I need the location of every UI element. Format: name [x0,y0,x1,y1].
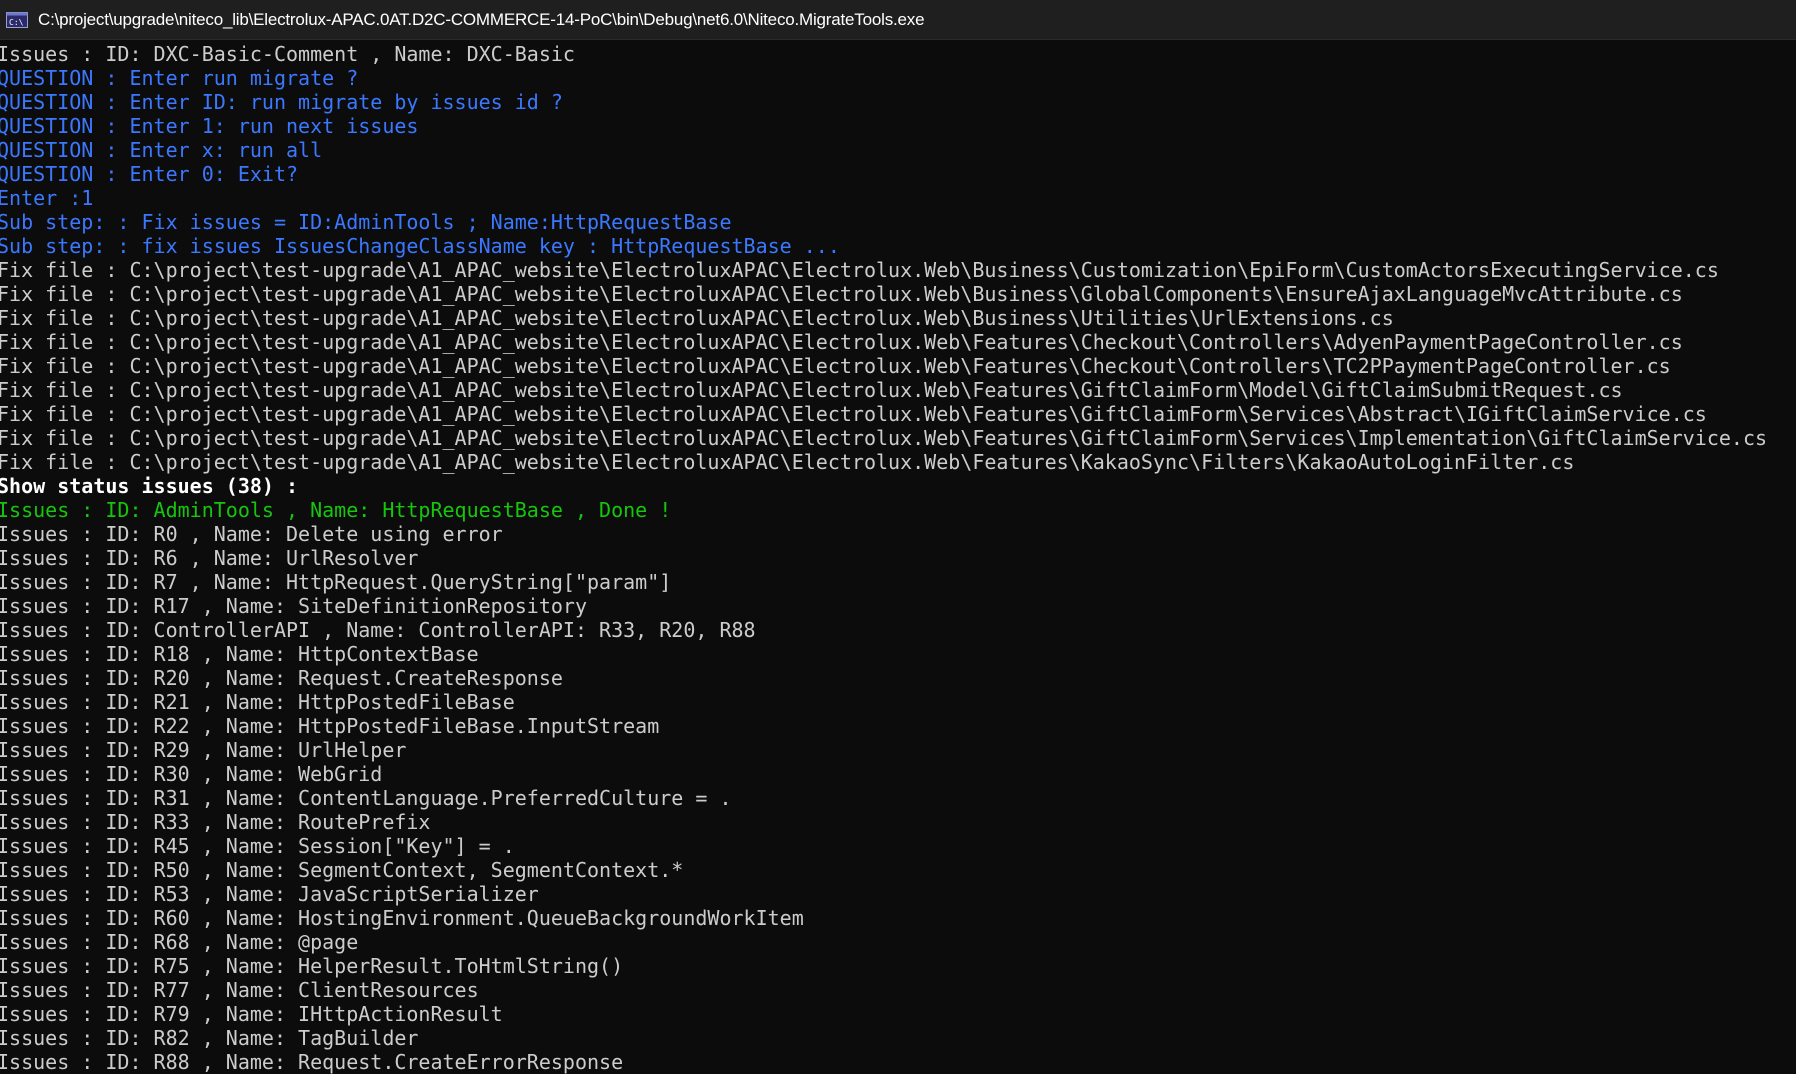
console-line: Fix file : C:\project\test-upgrade\A1_AP… [0,282,1683,306]
console-line: Fix file : C:\project\test-upgrade\A1_AP… [0,426,1768,450]
console-line: Issues : ID: R50 , Name: SegmentContext,… [0,858,684,882]
console-line: Issues : ID: DXC-Basic-Comment , Name: D… [0,42,575,66]
console-line: QUESTION : Enter 0: Exit? [0,162,299,186]
console-icon: C:\ [6,11,28,28]
console-line: Issues : ID: R60 , Name: HostingEnvironm… [0,906,804,930]
console-line: Issues : ID: R53 , Name: JavaScriptSeria… [0,882,539,906]
console-output[interactable]: Issues : ID: DXC-Basic-Comment , Name: D… [0,41,1796,1074]
console-line: QUESTION : Enter 1: run next issues [0,114,419,138]
svg-text:C:\: C:\ [9,18,24,27]
console-line: Issues : ID: R68 , Name: @page [0,930,359,954]
console-line: Issues : ID: R22 , Name: HttpPostedFileB… [0,714,660,738]
console-line: Issues : ID: R82 , Name: TagBuilder [0,1026,419,1050]
console-line: Issues : ID: R21 , Name: HttpPostedFileB… [0,690,515,714]
window-title: C:\project\upgrade\niteco_lib\Electrolux… [38,9,925,29]
console-line: Show status issues (38) : [0,474,299,498]
console-line: Issues : ID: R6 , Name: UrlResolver [0,546,419,570]
console-line: Issues : ID: R29 , Name: UrlHelper [0,738,407,762]
console-line: Fix file : C:\project\test-upgrade\A1_AP… [0,258,1719,282]
console-line: Issues : ID: R45 , Name: Session["Key"] … [0,834,515,858]
console-line: Issues : ID: R30 , Name: WebGrid [0,762,383,786]
console-line: Issues : ID: R18 , Name: HttpContextBase [0,642,479,666]
console-line: QUESTION : Enter ID: run migrate by issu… [0,90,563,114]
console-line: Fix file : C:\project\test-upgrade\A1_AP… [0,450,1575,474]
console-line: Issues : ID: AdminTools , Name: HttpRequ… [0,498,672,522]
console-line: Fix file : C:\project\test-upgrade\A1_AP… [0,354,1671,378]
console-line: Issues : ID: R79 , Name: IHttpActionResu… [0,1002,503,1026]
console-line: QUESTION : Enter run migrate ? [0,66,359,90]
console-window: C:\ C:\project\upgrade\niteco_lib\Electr… [0,0,1796,1074]
console-line: Fix file : C:\project\test-upgrade\A1_AP… [0,402,1707,426]
console-line: Fix file : C:\project\test-upgrade\A1_AP… [0,306,1394,330]
console-line: Issues : ID: R77 , Name: ClientResources [0,978,479,1002]
console-line: Enter :1 [0,186,94,210]
console-line: Sub step: : Fix issues = ID:AdminTools ;… [0,210,732,234]
console-line: QUESTION : Enter x: run all [0,138,323,162]
console-line: Issues : ID: R7 , Name: HttpRequest.Quer… [0,570,672,594]
console-line: Issues : ID: R17 , Name: SiteDefinitionR… [0,594,588,618]
console-line: Fix file : C:\project\test-upgrade\A1_AP… [0,330,1683,354]
title-bar[interactable]: C:\ C:\project\upgrade\niteco_lib\Electr… [0,0,1796,40]
console-line: Issues : ID: R75 , Name: HelperResult.To… [0,954,624,978]
console-line: Issues : ID: R31 , Name: ContentLanguage… [0,786,732,810]
console-line: Issues : ID: R33 , Name: RoutePrefix [0,810,431,834]
console-line: Issues : ID: R0 , Name: Delete using err… [0,522,503,546]
console-line: Fix file : C:\project\test-upgrade\A1_AP… [0,378,1623,402]
console-line: Issues : ID: R20 , Name: Request.CreateR… [0,666,563,690]
console-line: Sub step: : fix issues IssuesChangeClass… [0,234,840,258]
console-line: Issues : ID: R88 , Name: Request.CreateE… [0,1050,624,1074]
console-line: Issues : ID: ControllerAPI , Name: Contr… [0,618,756,642]
